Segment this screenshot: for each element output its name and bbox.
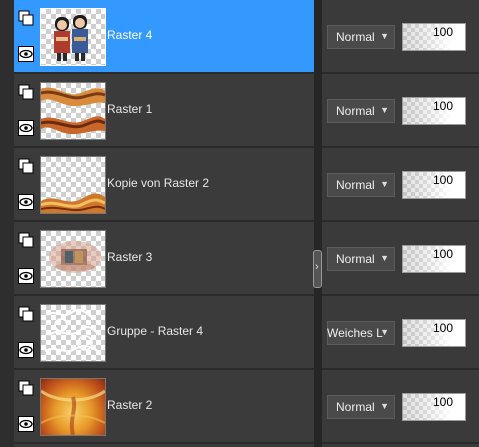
layer-thumbnail[interactable] bbox=[40, 156, 106, 214]
blend-mode-dropdown[interactable]: Normal ▼ bbox=[327, 99, 395, 123]
layer-properties-row: Weiches Licht ▼ 100 bbox=[322, 296, 479, 370]
layer-thumbnail[interactable] bbox=[40, 8, 106, 66]
opacity-field[interactable]: 100 bbox=[402, 393, 466, 421]
layer-properties-row: Normal ▼ 100 bbox=[322, 74, 479, 148]
layer-list: Raster 4 Raster 1 Kopie von Raster 2 Ras… bbox=[14, 0, 314, 447]
chevron-right-icon: › bbox=[315, 261, 319, 273]
layer-thumbnail[interactable] bbox=[40, 82, 106, 140]
chevron-down-icon: ▼ bbox=[380, 401, 389, 411]
opacity-field[interactable]: 100 bbox=[402, 319, 466, 347]
layer-row[interactable]: Raster 1 bbox=[14, 74, 314, 148]
chevron-down-icon: ▼ bbox=[380, 253, 389, 263]
expand-panel-handle[interactable]: › bbox=[313, 250, 322, 288]
layer-copy-icon[interactable] bbox=[18, 306, 34, 322]
opacity-field[interactable]: 100 bbox=[402, 245, 466, 273]
layer-name[interactable]: Raster 4 bbox=[107, 28, 152, 42]
layer-row[interactable]: Raster 2 bbox=[14, 370, 314, 444]
layer-copy-icon[interactable] bbox=[18, 380, 34, 396]
layer-properties: Normal ▼ 100 Normal ▼ 100 Normal ▼ 100 N… bbox=[322, 0, 479, 447]
layer-name[interactable]: Kopie von Raster 2 bbox=[107, 176, 209, 190]
eye-icon[interactable] bbox=[18, 342, 34, 358]
chevron-down-icon: ▼ bbox=[380, 31, 389, 41]
blend-mode-dropdown[interactable]: Weiches Licht ▼ bbox=[327, 321, 395, 345]
layer-properties-row: Normal ▼ 100 bbox=[322, 222, 479, 296]
layer-row[interactable]: Kopie von Raster 2 bbox=[14, 148, 314, 222]
eye-icon[interactable] bbox=[18, 416, 34, 432]
layer-row[interactable]: Raster 4 bbox=[14, 0, 314, 74]
layer-copy-icon[interactable] bbox=[18, 158, 34, 174]
layer-thumbnail[interactable] bbox=[40, 378, 106, 436]
layer-thumbnail[interactable] bbox=[40, 304, 106, 362]
layer-copy-icon[interactable] bbox=[18, 84, 34, 100]
layer-thumbnail[interactable] bbox=[40, 230, 106, 288]
eye-icon[interactable] bbox=[18, 194, 34, 210]
chevron-down-icon: ▼ bbox=[380, 179, 389, 189]
layer-name[interactable]: Gruppe - Raster 4 bbox=[107, 324, 203, 338]
blend-mode-dropdown[interactable]: Normal ▼ bbox=[327, 25, 395, 49]
opacity-field[interactable]: 100 bbox=[402, 171, 466, 199]
layer-copy-icon[interactable] bbox=[18, 232, 34, 248]
blend-mode-dropdown[interactable]: Normal ▼ bbox=[327, 395, 395, 419]
layer-properties-row: Normal ▼ 100 bbox=[322, 370, 479, 444]
layer-row[interactable]: Raster 3 bbox=[14, 222, 314, 296]
eye-icon[interactable] bbox=[18, 120, 34, 136]
opacity-field[interactable]: 100 bbox=[402, 23, 466, 51]
eye-icon[interactable] bbox=[18, 268, 34, 284]
layer-name[interactable]: Raster 1 bbox=[107, 102, 152, 116]
eye-icon[interactable] bbox=[18, 46, 34, 62]
layer-name[interactable]: Raster 2 bbox=[107, 398, 152, 412]
opacity-field[interactable]: 100 bbox=[402, 97, 466, 125]
blend-mode-dropdown[interactable]: Normal ▼ bbox=[327, 173, 395, 197]
layers-panel: Raster 4 Raster 1 Kopie von Raster 2 Ras… bbox=[0, 0, 479, 447]
layer-name[interactable]: Raster 3 bbox=[107, 250, 152, 264]
blend-mode-dropdown[interactable]: Normal ▼ bbox=[327, 247, 395, 271]
layer-row[interactable]: Gruppe - Raster 4 bbox=[14, 296, 314, 370]
panel-divider[interactable] bbox=[314, 0, 322, 447]
layer-copy-icon[interactable] bbox=[18, 10, 34, 26]
chevron-down-icon: ▼ bbox=[380, 105, 389, 115]
panel-left-strip bbox=[0, 0, 14, 447]
layer-properties-row: Normal ▼ 100 bbox=[322, 0, 479, 74]
chevron-down-icon: ▼ bbox=[380, 327, 389, 337]
layer-properties-row: Normal ▼ 100 bbox=[322, 148, 479, 222]
